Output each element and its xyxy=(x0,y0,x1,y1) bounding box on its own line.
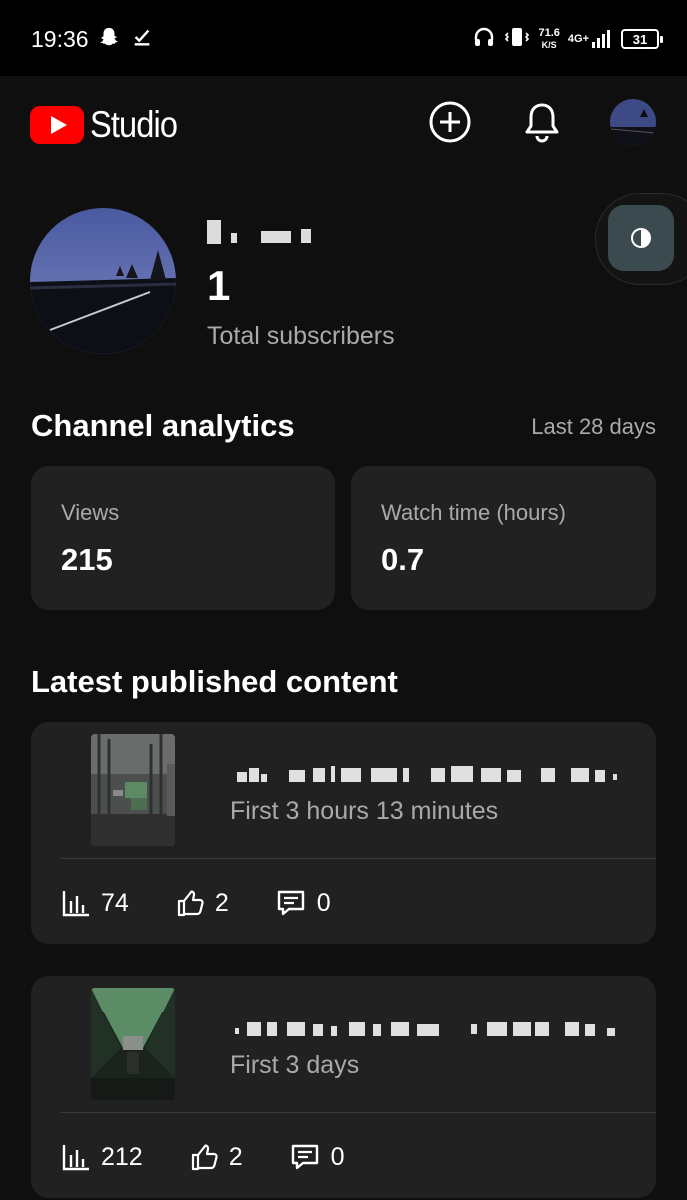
account-avatar[interactable] xyxy=(610,99,656,145)
video-stats: 212 2 0 xyxy=(61,1142,391,1172)
battery-indicator: 31 xyxy=(621,29,663,49)
views-label: Views xyxy=(61,500,120,525)
content-card[interactable]: First 3 hours 13 minutes 74 2 0 xyxy=(31,722,656,944)
notifications-button[interactable] xyxy=(518,98,566,146)
analytics-bars-icon xyxy=(62,891,89,917)
views-stat: 74 xyxy=(61,888,129,918)
channel-name-redacted xyxy=(207,217,311,247)
signal-icon: 4G+ xyxy=(568,28,613,50)
likes-count: 2 xyxy=(228,1142,243,1171)
views-value: 215 xyxy=(61,542,113,577)
video-stats: 74 2 0 xyxy=(61,888,377,918)
card-divider xyxy=(61,858,656,859)
network-speed: 71.6 K/S xyxy=(538,27,559,51)
comment-icon xyxy=(291,1144,318,1170)
latest-content-title: Latest published content xyxy=(31,664,398,699)
headphones-icon xyxy=(472,25,496,54)
likes-count: 2 xyxy=(214,888,229,917)
views-card[interactable]: Views 215 xyxy=(31,466,335,610)
network-type: 4G+ xyxy=(567,33,589,45)
analytics-title: Channel analytics xyxy=(31,408,295,443)
thumbs-up-icon xyxy=(191,1144,218,1171)
video-thumbnail[interactable] xyxy=(91,988,175,1100)
content-card[interactable]: First 3 days 212 2 0 xyxy=(31,976,656,1198)
analytics-bars-icon xyxy=(62,1145,89,1171)
video-title-redacted xyxy=(231,764,621,784)
subscriber-count: 1 xyxy=(207,262,231,309)
card-divider xyxy=(61,1112,656,1113)
likes-stat: 2 xyxy=(189,1142,243,1172)
app-bar: Studio xyxy=(0,76,687,176)
published-period: First 3 hours 13 minutes xyxy=(230,797,499,825)
channel-avatar[interactable] xyxy=(30,208,176,354)
thumbs-up-icon xyxy=(177,890,204,917)
views-stat: 212 xyxy=(61,1142,143,1172)
video-thumbnail[interactable] xyxy=(91,734,175,846)
status-bar: 19:36 71.6 K/S 4G+ 31 xyxy=(0,0,687,76)
notifications-bell-icon xyxy=(525,103,559,143)
likes-stat: 2 xyxy=(175,888,229,918)
comment-icon xyxy=(277,890,304,916)
watch-time-value: 0.7 xyxy=(381,542,425,577)
contrast-toggle-button[interactable] xyxy=(608,205,674,271)
contrast-icon xyxy=(631,228,651,248)
vibrate-icon xyxy=(504,25,530,54)
published-period: First 3 days xyxy=(230,1051,360,1079)
analytics-range: Last 28 days xyxy=(531,414,656,439)
create-button[interactable] xyxy=(426,98,474,146)
comments-count: 0 xyxy=(330,1142,345,1171)
youtube-logo-icon xyxy=(30,106,84,144)
network-speed-unit: K/S xyxy=(541,40,557,50)
snapchat-icon xyxy=(98,26,120,53)
create-plus-icon xyxy=(429,101,471,143)
comments-stat: 0 xyxy=(275,888,331,918)
floating-assist-panel xyxy=(595,193,687,285)
views-count: 74 xyxy=(101,888,129,917)
watch-time-label: Watch time (hours) xyxy=(381,500,567,525)
comments-stat: 0 xyxy=(289,1142,345,1172)
youtube-studio-logo[interactable]: Studio xyxy=(30,104,189,146)
views-count: 212 xyxy=(101,1142,143,1171)
video-title-redacted xyxy=(231,1018,621,1038)
status-time: 19:36 xyxy=(31,26,89,52)
download-done-icon xyxy=(131,26,153,53)
subscriber-label: Total subscribers xyxy=(207,322,395,350)
comments-count: 0 xyxy=(316,888,331,917)
watch-time-card[interactable]: Watch time (hours) 0.7 xyxy=(351,466,656,610)
brand-name: Studio xyxy=(90,104,178,145)
network-speed-value: 71.6 xyxy=(538,27,560,39)
